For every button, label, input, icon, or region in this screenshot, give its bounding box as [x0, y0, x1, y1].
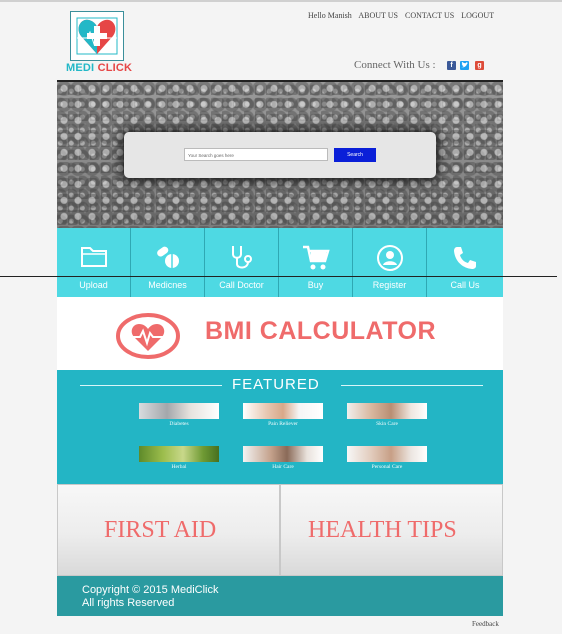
- service-register[interactable]: Register: [353, 228, 427, 297]
- brand-name: MEDI CLICK: [66, 62, 132, 74]
- twitter-icon[interactable]: [460, 61, 469, 70]
- hair-care-image[interactable]: [243, 446, 323, 462]
- facebook-icon[interactable]: f: [447, 61, 456, 70]
- featured-caption[interactable]: Diabetes: [139, 421, 219, 427]
- about-us-link[interactable]: ABOUT US: [358, 11, 398, 20]
- logout-link[interactable]: LOGOUT: [461, 11, 494, 20]
- personal-care-image[interactable]: [347, 446, 427, 462]
- featured-rule-left: [80, 385, 222, 386]
- service-label: Upload: [79, 280, 108, 290]
- service-label: Register: [372, 280, 407, 290]
- folder-icon: [80, 247, 107, 267]
- brand-part-1: MEDI: [66, 62, 95, 74]
- search-input[interactable]: Your Search goes here: [184, 148, 328, 161]
- greeting-text: Hello Manish: [308, 11, 352, 20]
- pain-reliever-image[interactable]: [243, 403, 323, 419]
- service-call-doctor[interactable]: Call Doctor: [205, 228, 279, 297]
- service-label: Buy: [307, 280, 324, 290]
- divider-line: [0, 276, 557, 277]
- top-border: [0, 0, 562, 2]
- brand-part-2: CLICK: [97, 62, 133, 74]
- skin-care-image[interactable]: [347, 403, 427, 419]
- featured-caption[interactable]: Pain Reliever: [243, 421, 323, 427]
- service-medicines[interactable]: Medicnes: [131, 228, 205, 297]
- featured-rule-right: [341, 385, 483, 386]
- diabetes-image[interactable]: [139, 403, 219, 419]
- logo-icon[interactable]: [70, 11, 124, 61]
- service-label: Medicnes: [148, 280, 187, 290]
- page: MEDI CLICK Hello Manish ABOUT US CONTACT…: [0, 0, 562, 634]
- featured-title: FEATURED: [232, 376, 320, 393]
- featured-caption[interactable]: Herbal: [139, 464, 219, 470]
- feedback-link[interactable]: Feedback: [472, 620, 499, 628]
- health-tips-label[interactable]: HEALTH TIPS: [308, 517, 457, 544]
- copyright-line-2: All rights Reserved: [82, 597, 175, 609]
- user-icon: [376, 245, 403, 271]
- stethoscope-icon: [231, 246, 252, 269]
- search-button[interactable]: Search: [334, 148, 376, 162]
- contact-us-link[interactable]: CONTACT US: [405, 11, 454, 20]
- service-upload[interactable]: Upload: [57, 228, 131, 297]
- herbal-image[interactable]: [139, 446, 219, 462]
- cart-icon: [302, 245, 330, 270]
- phone-icon: [454, 247, 476, 269]
- heartbeat-icon: [116, 313, 180, 364]
- featured-caption[interactable]: Skin Care: [347, 421, 427, 427]
- service-label: Call Doctor: [219, 280, 264, 290]
- connect-with-us-label: Connect With Us :: [354, 59, 436, 71]
- copyright-text: Copyright © 2015 MediClick All rights Re…: [82, 584, 219, 610]
- top-nav: Hello Manish ABOUT US CONTACT US LOGOUT: [308, 11, 499, 20]
- copyright-line-1: Copyright © 2015 MediClick: [82, 584, 219, 596]
- service-buy[interactable]: Buy: [279, 228, 353, 297]
- first-aid-label[interactable]: FIRST AID: [104, 517, 216, 544]
- pills-icon: [156, 246, 179, 268]
- google-plus-icon[interactable]: g: [475, 61, 484, 70]
- service-call-us[interactable]: Call Us: [427, 228, 503, 297]
- bmi-calculator-title[interactable]: BMI CALCULATOR: [205, 317, 436, 346]
- service-label: Call Us: [450, 280, 480, 290]
- featured-caption[interactable]: Hair Care: [243, 464, 323, 470]
- featured-caption[interactable]: Personal Care: [347, 464, 427, 470]
